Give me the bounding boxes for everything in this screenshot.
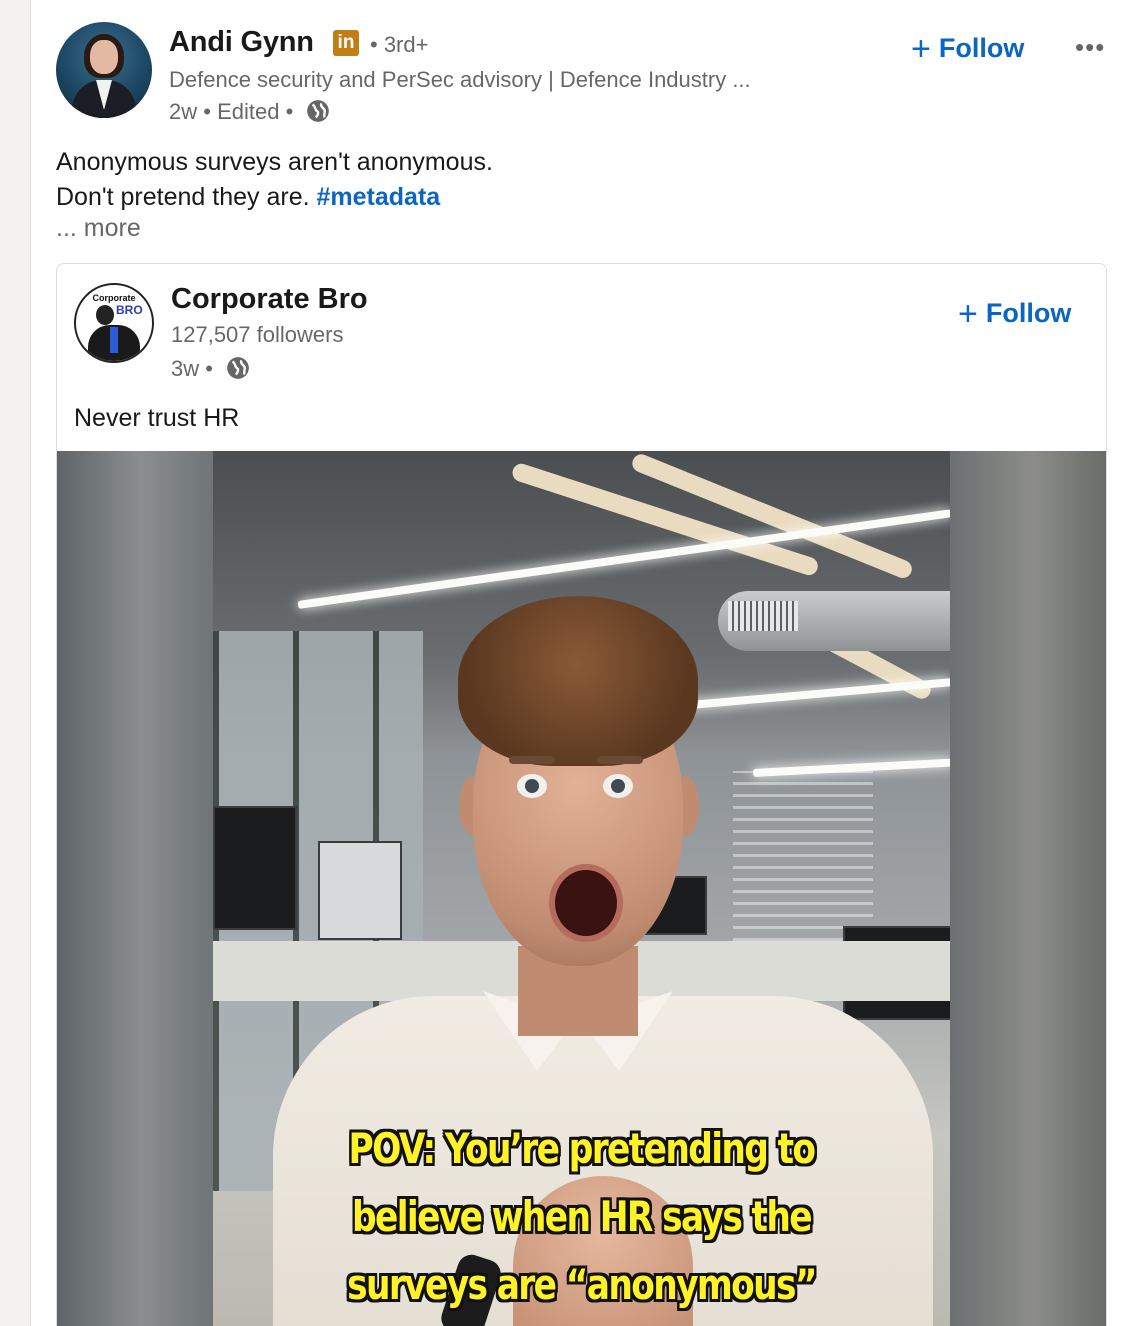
author-avatar[interactable] (56, 22, 152, 118)
globe-icon (307, 100, 330, 123)
author-name[interactable]: Andi Gynn (169, 26, 314, 59)
hashtag-link[interactable]: #metadata (317, 183, 441, 211)
follow-button[interactable]: + Follow (911, 30, 1024, 69)
caption-line: POV: You’re pretending to (348, 1124, 817, 1173)
reshare-author-name[interactable]: Corporate Bro (171, 283, 368, 316)
feed-post-card: Andi Gynn in • 3rd+ Defence security and… (30, 0, 1128, 1326)
avatar-logo-text: Corporate (92, 293, 136, 303)
post-meta: 2w • Edited • (169, 99, 331, 125)
author-headline: Defence security and PerSec advisory | D… (169, 67, 751, 92)
globe-icon (227, 357, 249, 380)
caption-line: surveys are “anonymous” (347, 1260, 817, 1309)
video-frame[interactable]: POV: You’re pretending to believe when H… (213, 451, 950, 1326)
video-player[interactable]: POV: You’re pretending to believe when H… (57, 451, 1106, 1326)
avatar-logo-bro: BRO (116, 303, 143, 317)
edited-label: Edited (217, 99, 280, 124)
connection-degree: • 3rd+ (370, 32, 429, 57)
reshare-meta: 3w • (171, 356, 251, 382)
reshare-text: Never trust HR (74, 404, 240, 432)
post-text-line: Anonymous surveys aren't anonymous. (56, 148, 493, 176)
follow-reshare-button[interactable]: + Follow (958, 295, 1071, 334)
caption-line: believe when HR says the (352, 1192, 813, 1241)
linkedin-premium-icon: in (333, 30, 359, 56)
meta-separator: • (205, 356, 213, 381)
follower-count: 127,507 followers (171, 322, 344, 347)
post-commentary: Anonymous surveys aren't anonymous. Don'… (56, 145, 493, 215)
video-caption: POV: You’re pretending to believe when H… (279, 1115, 883, 1319)
plus-icon: + (911, 30, 931, 68)
more-options-icon[interactable]: ••• (1075, 32, 1105, 63)
meta-separator: • (285, 99, 294, 124)
plus-icon: + (958, 295, 978, 333)
see-more-button[interactable]: ... more (56, 214, 141, 243)
meta-separator: • (203, 99, 211, 124)
reshare-time: 3w (171, 356, 200, 381)
post-time: 2w (169, 99, 198, 124)
corporate-bro-avatar[interactable]: Corporate BRO (74, 283, 154, 363)
reshared-post[interactable]: Corporate BRO Corporate Bro 127,507 foll… (56, 263, 1107, 1326)
post-text-line: Don't pretend they are. #metadata (56, 183, 441, 211)
